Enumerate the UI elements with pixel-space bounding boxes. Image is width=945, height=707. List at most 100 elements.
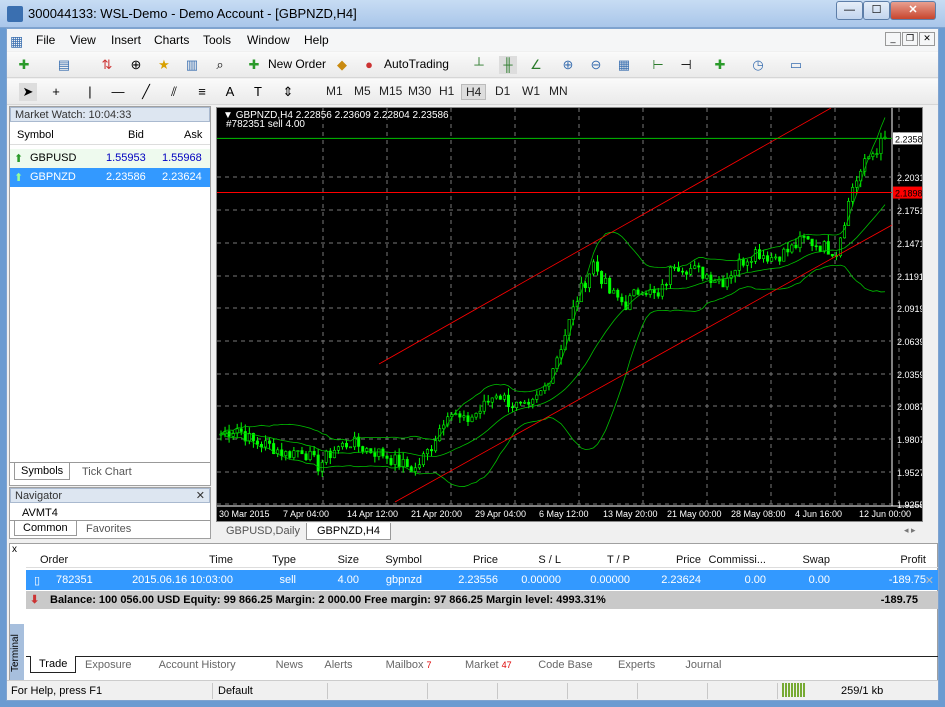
menu-tools[interactable]: Tools <box>203 33 231 47</box>
col-3[interactable]: Size <box>338 554 359 566</box>
tf-w1[interactable]: W1 <box>522 84 540 98</box>
new-order-button[interactable]: New Order <box>268 57 326 71</box>
col-9[interactable]: Commissi... <box>709 554 766 566</box>
terminal-tab-alerts[interactable]: Alerts <box>324 659 352 671</box>
status-profile[interactable]: Default <box>218 685 253 697</box>
close-order-icon[interactable]: ✕ <box>925 574 934 587</box>
close-button[interactable]: ✕ <box>890 1 936 20</box>
maximize-button[interactable]: ☐ <box>863 1 890 20</box>
terminal-icon[interactable]: ▥ <box>183 56 201 74</box>
equidistant-channel-icon[interactable]: ⫽ <box>165 83 183 101</box>
chart-canvas[interactable]: 2.20310 2.17510 2.14710 2.11910 2.09190 2.063… <box>217 107 930 521</box>
text-icon[interactable]: A <box>221 83 239 101</box>
terminal-tab-mailbox[interactable]: Mailbox 7 <box>386 659 432 671</box>
zoom-out-icon[interactable]: ⊖ <box>587 56 605 74</box>
col-2[interactable]: Type <box>272 554 296 566</box>
tf-h1[interactable]: H1 <box>439 84 454 98</box>
terminal-tab-market[interactable]: Market 47 <box>465 659 512 671</box>
periods-icon[interactable]: ◷ <box>749 56 767 74</box>
text-label-icon[interactable]: T <box>249 83 267 101</box>
profiles-icon[interactable]: ▤ <box>55 56 73 74</box>
x-tick-label: 13 May 20:00 <box>603 509 658 519</box>
tf-mn[interactable]: MN <box>549 84 568 98</box>
line-chart-icon[interactable]: ∠ <box>527 56 545 74</box>
tab-favorites[interactable]: Favorites <box>86 523 131 535</box>
col-10[interactable]: Swap <box>802 554 830 566</box>
tf-d1[interactable]: D1 <box>495 84 510 98</box>
market-watch-row-selected[interactable]: ⬆ GBPNZD 2.23586 2.23624 <box>10 168 210 187</box>
tf-h4[interactable]: H4 <box>461 84 487 100</box>
mdi-restore-button[interactable]: ❐ <box>902 32 918 46</box>
terminal-close-icon[interactable]: x <box>12 544 17 555</box>
new-chart-icon[interactable]: ✚ <box>15 56 33 74</box>
col-0[interactable]: Order <box>40 554 68 566</box>
tab-symbols[interactable]: Symbols <box>14 463 71 480</box>
col-bid[interactable]: Bid <box>128 129 144 141</box>
market-watch-icon[interactable]: ⇅ <box>98 56 116 74</box>
terminal-tab-trade[interactable]: Trade <box>30 656 77 673</box>
terminal-tab-news[interactable]: News <box>276 659 304 671</box>
horizontal-line-icon[interactable]: — <box>109 83 127 101</box>
crosshair-icon[interactable]: + <box>47 83 65 101</box>
col-symbol[interactable]: Symbol <box>17 129 54 141</box>
col-5[interactable]: Price <box>473 554 498 566</box>
menu-charts[interactable]: Charts <box>154 33 189 47</box>
terminal-tab-journal[interactable]: Journal <box>685 659 721 671</box>
mdi-close-button[interactable]: ✕ <box>919 32 935 46</box>
bar-chart-icon[interactable]: ┴ <box>470 56 488 74</box>
chart-tab-gbpusd[interactable]: GBPUSD,Daily <box>226 525 300 537</box>
cursor-icon[interactable]: ➤ <box>19 83 37 101</box>
terminal-tab-experts[interactable]: Experts <box>618 659 655 671</box>
candlestick-icon[interactable]: ╫ <box>499 56 517 74</box>
col-ask[interactable]: Ask <box>184 129 202 141</box>
mdi-minimize-button[interactable]: _ <box>885 32 901 46</box>
terminal-tab-exposure[interactable]: Exposure <box>85 659 131 671</box>
terminal-tab-code-base[interactable]: Code Base <box>538 659 592 671</box>
terminal-tab-account-history[interactable]: Account History <box>159 659 236 671</box>
minimize-button[interactable]: — <box>836 1 863 20</box>
arrows-icon[interactable]: ⇕ <box>279 83 297 101</box>
indicators-icon[interactable]: ✚ <box>711 56 729 74</box>
tf-m15[interactable]: M15 <box>379 84 402 98</box>
new-order-icon[interactable]: ✚ <box>245 56 263 74</box>
col-7[interactable]: T / P <box>607 554 630 566</box>
tf-m30[interactable]: M30 <box>408 84 431 98</box>
navigator-icon[interactable]: ★ <box>155 56 173 74</box>
scroll-tabs-icon[interactable]: ◂ ▸ <box>904 525 916 536</box>
tf-m5[interactable]: M5 <box>354 84 371 98</box>
tf-m1[interactable]: M1 <box>326 84 343 98</box>
price-chart[interactable]: 2.20310 2.17510 2.14710 2.11910 2.09190 2.063… <box>216 107 930 522</box>
col-6[interactable]: S / L <box>538 554 561 566</box>
fibonacci-icon[interactable]: ≡ <box>193 83 211 101</box>
tile-windows-icon[interactable]: ▦ <box>615 56 633 74</box>
menu-help[interactable]: Help <box>304 33 329 47</box>
crosshair-data-icon[interactable]: ⊕ <box>127 56 145 74</box>
strategy-tester-icon[interactable]: ⌕ <box>211 56 229 74</box>
chart-tab-gbpnzd[interactable]: GBPNZD,H4 <box>306 523 391 540</box>
metaeditor-icon[interactable]: ◆ <box>333 56 351 74</box>
zoom-in-icon[interactable]: ⊕ <box>559 56 577 74</box>
menu-view[interactable]: View <box>70 33 96 47</box>
menu-window[interactable]: Window <box>247 33 290 47</box>
menu-insert[interactable]: Insert <box>111 33 141 47</box>
col-1[interactable]: Time <box>209 554 233 566</box>
tab-common[interactable]: Common <box>14 521 77 536</box>
vertical-line-icon[interactable]: | <box>81 83 99 101</box>
candle-body <box>782 248 786 262</box>
navigator-item[interactable]: AVMT4 <box>22 507 58 519</box>
chart-shift-icon[interactable]: ⊢ <box>649 56 667 74</box>
autotrading-icon[interactable]: ● <box>360 56 378 74</box>
close-icon[interactable]: ✕ <box>196 489 205 503</box>
menu-file[interactable]: File <box>36 33 55 47</box>
market-watch-row[interactable]: ⬆ GBPUSD 1.55953 1.55968 <box>10 149 210 168</box>
col-8[interactable]: Price <box>676 554 701 566</box>
templates-icon[interactable]: ▭ <box>787 56 805 74</box>
trendline-icon[interactable]: ╱ <box>137 83 155 101</box>
autotrading-button[interactable]: AutoTrading <box>384 57 449 71</box>
trade-row[interactable]: 782351 2015.06.16 10:03:00 sell 4.00 gbpnzd 2… <box>26 570 938 590</box>
candle-body <box>421 453 425 466</box>
col-11[interactable]: Profit <box>900 554 926 566</box>
tab-tick-chart[interactable]: Tick Chart <box>82 466 132 478</box>
autoscroll-icon[interactable]: ⊣ <box>677 56 695 74</box>
col-4[interactable]: Symbol <box>385 554 422 566</box>
